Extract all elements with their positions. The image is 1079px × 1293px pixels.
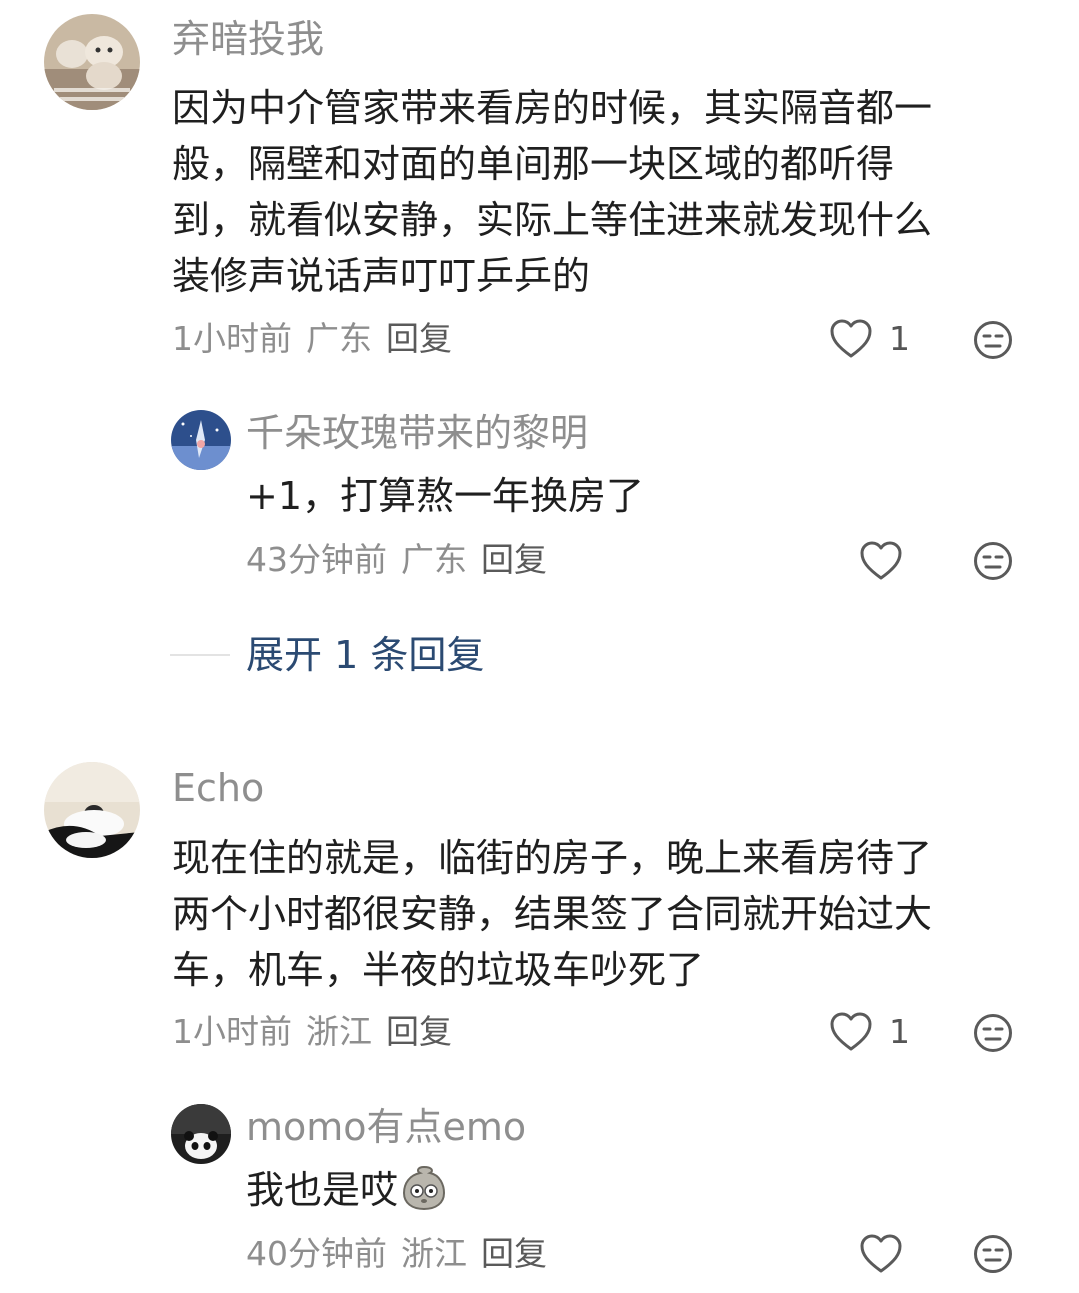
comment-text: 现在住的就是，临街的房子，晚上来看房待了 两个小时都很安静，结果签了合同就开始过… — [172, 830, 932, 998]
heart-outline-icon — [830, 319, 872, 358]
comment-username[interactable]: Echo — [172, 769, 264, 807]
meh-face-icon — [974, 542, 1012, 580]
reply-username[interactable]: momo有点emo — [246, 1108, 526, 1146]
comment-text-line: 般，隔壁和对面的单间那一块区域的都听得 — [172, 142, 895, 186]
reply-meta: 43分钟前 广东 回复 — [246, 543, 561, 576]
heart-outline-icon — [860, 1234, 902, 1273]
person-sleeping-avatar-icon — [44, 762, 140, 858]
expand-divider — [170, 654, 230, 656]
panda-avatar-icon — [171, 1104, 231, 1164]
comment-text-line: 因为中介管家带来看房的时候，其实隔音都一 — [172, 86, 933, 130]
like-count: 1 — [889, 319, 910, 358]
speechless-emoji-icon — [400, 1163, 448, 1226]
comment-text-line: 两个小时都很安静，结果签了合同就开始过大 — [172, 892, 933, 936]
night-sky-avatar-icon — [171, 410, 231, 470]
like-button[interactable] — [829, 1011, 873, 1053]
avatar[interactable] — [171, 1104, 231, 1164]
heart-outline-icon — [860, 541, 902, 580]
like-button[interactable] — [859, 1233, 903, 1275]
comment-text-line: 到，就看似安静，实际上等住进来就发现什么 — [172, 198, 933, 242]
reply-button[interactable]: 回复 — [481, 1234, 547, 1273]
avatar[interactable] — [171, 410, 231, 470]
avatar[interactable] — [44, 14, 140, 110]
meh-face-icon — [974, 321, 1012, 359]
comment-text-line: 现在住的就是，临街的房子，晚上来看房待了 — [172, 836, 933, 880]
meh-face-icon — [974, 1235, 1012, 1273]
comment-time: 1小时前 — [172, 1012, 292, 1051]
like-button[interactable] — [829, 318, 873, 360]
comment-meta: 1小时前 浙江 回复 — [172, 1015, 466, 1048]
like-count: 1 — [889, 1012, 910, 1051]
reply-username[interactable]: 千朵玫瑰带来的黎明 — [246, 414, 588, 452]
reply-text-line: 我也是哎 — [246, 1162, 448, 1226]
comment-location: 广东 — [306, 319, 372, 358]
reply-text-content: 我也是哎 — [246, 1168, 399, 1212]
comment-time: 1小时前 — [172, 319, 292, 358]
like-button[interactable] — [859, 540, 903, 582]
comment-text-line: 车，机车，半夜的垃圾车吵死了 — [172, 948, 705, 992]
comment-text-line: 装修声说话声叮叮乒乒的 — [172, 254, 591, 298]
dislike-button[interactable] — [973, 320, 1013, 360]
dislike-button[interactable] — [973, 541, 1013, 581]
reply-location: 浙江 — [401, 1234, 467, 1273]
reply-location: 广东 — [401, 540, 467, 579]
reply-time: 40分钟前 — [246, 1234, 387, 1273]
expand-replies-link[interactable]: 展开 1 条回复 — [246, 636, 484, 674]
comment-username[interactable]: 弃暗投我 — [172, 20, 324, 58]
comment-meta: 1小时前 广东 回复 — [172, 322, 466, 355]
meh-face-icon — [974, 1014, 1012, 1052]
reply-button[interactable]: 回复 — [386, 1012, 452, 1051]
comment-text: 因为中介管家带来看房的时候，其实隔音都一 般，隔壁和对面的单间那一块区域的都听得… — [172, 80, 932, 304]
reply-time: 43分钟前 — [246, 540, 387, 579]
comment-location: 浙江 — [306, 1012, 372, 1051]
dislike-button[interactable] — [973, 1234, 1013, 1274]
reply-button[interactable]: 回复 — [386, 319, 452, 358]
reply-text: +1，打算熬一年换房了 — [246, 474, 645, 518]
dislike-button[interactable] — [973, 1013, 1013, 1053]
reply-text: 我也是哎 — [246, 1162, 448, 1226]
plush-doll-avatar-icon — [44, 14, 140, 110]
reply-meta: 40分钟前 浙江 回复 — [246, 1237, 561, 1270]
reply-button[interactable]: 回复 — [481, 540, 547, 579]
avatar[interactable] — [44, 762, 140, 858]
heart-outline-icon — [830, 1012, 872, 1051]
